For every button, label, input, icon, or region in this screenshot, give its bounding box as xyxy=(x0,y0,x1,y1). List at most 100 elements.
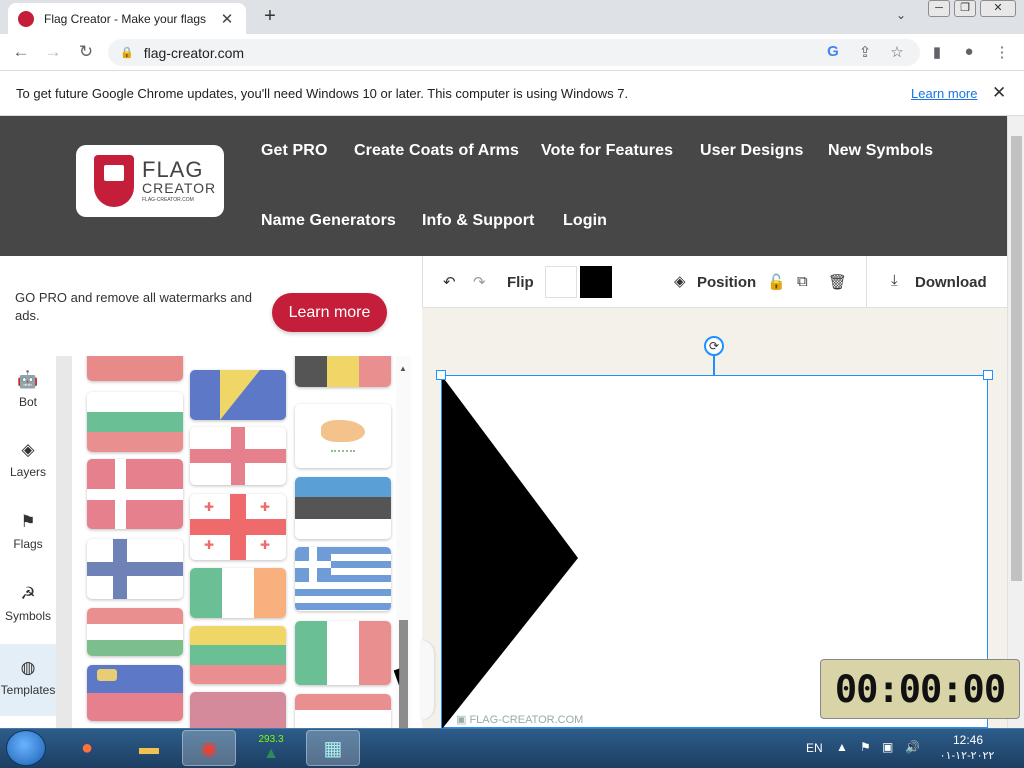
page-scrollbar[interactable] xyxy=(1007,116,1024,728)
start-button[interactable] xyxy=(6,730,46,766)
sidebar-item-symbols[interactable]: ☭ Symbols xyxy=(0,570,56,640)
trash-icon[interactable]: 🗑 xyxy=(828,273,847,291)
tab-close-icon[interactable]: ✕ xyxy=(218,10,236,28)
rotate-handle-icon[interactable]: ⟳ xyxy=(704,336,724,356)
flag-template-tile[interactable] xyxy=(87,356,183,381)
logo-word-creator: CREATOR xyxy=(142,180,217,196)
flag-template-tile[interactable] xyxy=(295,547,391,611)
reload-icon[interactable]: ↻ xyxy=(75,42,97,62)
flag-template-tile[interactable] xyxy=(190,370,286,420)
sidebar-item-label: Templates xyxy=(0,683,56,697)
nav-new-symbols[interactable]: New Symbols xyxy=(828,142,933,160)
network-icon[interactable]: ▣ xyxy=(882,740,893,754)
flag-template-tile[interactable] xyxy=(87,459,183,529)
undo-icon[interactable]: ↶ xyxy=(443,273,456,291)
promo-text: GO PRO and remove all watermarks and ads… xyxy=(15,290,252,323)
address-bar[interactable]: 🔒 flag-creator.com xyxy=(108,39,920,66)
download-button[interactable]: Download xyxy=(915,274,987,291)
sidebar-item-label: Layers xyxy=(9,465,47,479)
nav-info-support[interactable]: Info & Support xyxy=(422,212,535,230)
resize-handle-top-left[interactable] xyxy=(436,370,446,380)
flag-template-tile[interactable] xyxy=(295,694,391,728)
flag-template-tile[interactable] xyxy=(295,621,391,685)
google-icon[interactable]: G xyxy=(823,43,843,60)
position-button[interactable]: Position xyxy=(697,274,756,291)
flag-icon: ⚑ xyxy=(20,512,36,531)
sidebar-item-bot[interactable]: 🤖 Bot xyxy=(0,356,56,426)
file-explorer-taskbar-icon[interactable]: ▬ xyxy=(122,730,176,766)
sidebar-item-templates[interactable]: ◍ Templates xyxy=(0,644,56,716)
firefox-taskbar-icon[interactable]: ● xyxy=(60,730,114,766)
canvas-watermark: ▣ FLAG-CREATOR.COM xyxy=(456,713,583,726)
maximize-button[interactable]: ❐ xyxy=(954,0,976,17)
url-text: flag-creator.com xyxy=(143,44,245,61)
volume-icon[interactable]: 🔊 xyxy=(905,740,920,754)
share-icon[interactable]: ⇪ xyxy=(855,43,875,61)
back-icon[interactable]: ← xyxy=(10,42,32,62)
sidebar-item-layers[interactable]: ◈ Layers xyxy=(0,426,56,496)
flag-template-tile[interactable] xyxy=(190,692,286,728)
flag-template-tile[interactable]: ✚ ✚ ✚ ✚ xyxy=(190,494,286,560)
sidebar-item-flags[interactable]: ⚑ Flags xyxy=(0,498,56,568)
minimize-button[interactable]: ─ xyxy=(928,0,950,17)
flag-template-tile[interactable] xyxy=(190,626,286,684)
nav-vote-for-features[interactable]: Vote for Features xyxy=(541,142,673,160)
nav-get-pro[interactable]: Get PRO xyxy=(261,142,328,160)
color-swatch-primary[interactable] xyxy=(545,266,577,298)
flip-button[interactable]: Flip xyxy=(507,274,534,291)
window-close-button[interactable]: ✕ xyxy=(980,0,1016,17)
tab-search-chevron-icon[interactable]: ⌄ xyxy=(896,8,906,22)
browser-tab[interactable]: Flag Creator - Make your flags ✕ xyxy=(8,3,246,34)
lock-icon: 🔒 xyxy=(120,47,134,59)
tree-icon: ▲ xyxy=(263,744,279,762)
page-scrollbar-thumb[interactable] xyxy=(1011,136,1022,581)
control-panel-taskbar-icon[interactable]: ▦ xyxy=(306,730,360,766)
duplicate-icon[interactable]: ⧉ xyxy=(797,273,808,290)
flag-template-tile[interactable] xyxy=(87,608,183,656)
flag-template-tile[interactable] xyxy=(295,404,391,468)
nav-name-generators[interactable]: Name Generators xyxy=(261,212,396,230)
profile-avatar-icon[interactable]: ● xyxy=(959,43,979,60)
flag-template-tile[interactable] xyxy=(190,568,286,618)
nav-user-designs[interactable]: User Designs xyxy=(700,142,803,160)
tree-gadget-taskbar-icon[interactable]: 293.3 ▲ xyxy=(244,730,298,766)
unlock-icon[interactable]: 🔓 xyxy=(767,273,786,291)
infobar-learn-more-link[interactable]: Learn more xyxy=(911,86,977,101)
language-indicator[interactable]: EN xyxy=(806,741,823,755)
flag-template-tile[interactable] xyxy=(87,665,183,721)
infobar-message: To get future Google Chrome updates, you… xyxy=(16,86,629,101)
redo-icon[interactable]: ↷ xyxy=(473,273,486,291)
flag-template-tile[interactable] xyxy=(295,356,391,387)
resize-handle-top-right[interactable] xyxy=(983,370,993,380)
flag-template-tile[interactable] xyxy=(87,392,183,452)
bookmark-star-icon[interactable]: ☆ xyxy=(887,43,907,61)
nav-create-coats-of-arms[interactable]: Create Coats of Arms xyxy=(354,142,519,160)
forward-icon[interactable]: → xyxy=(42,42,64,62)
menu-kebab-icon[interactable]: ⋮ xyxy=(992,43,1012,61)
new-tab-button[interactable]: + xyxy=(258,5,282,28)
flag-template-tile[interactable] xyxy=(87,539,183,599)
stopwatch-gadget[interactable]: 00:00:00 xyxy=(820,659,1020,719)
infobar-close-icon[interactable]: ✕ xyxy=(992,83,1006,103)
action-center-icon[interactable]: ⚑ xyxy=(860,740,871,754)
promo-learn-more-button[interactable]: Learn more xyxy=(272,293,387,332)
sidebar-item-label: Symbols xyxy=(4,609,51,623)
flag-template-tile[interactable] xyxy=(190,427,286,485)
scroll-up-arrow-icon[interactable]: ▲ xyxy=(399,364,407,373)
layers-icon: ◈ xyxy=(21,440,35,459)
chrome-taskbar-icon[interactable]: ◉ xyxy=(182,730,236,766)
clock-time[interactable]: 12:46 xyxy=(938,733,998,747)
side-panel-icon[interactable]: ▮ xyxy=(927,43,947,61)
templates-scroll-gutter xyxy=(56,356,72,728)
toolbar-divider xyxy=(866,256,867,308)
taskbar-badge: 293.3 xyxy=(258,733,284,745)
flag-template-tile[interactable] xyxy=(295,477,391,539)
panel-collapse-tab[interactable] xyxy=(420,640,434,720)
nav-login[interactable]: Login xyxy=(563,212,607,230)
color-swatch-secondary[interactable] xyxy=(580,266,612,298)
clock-date[interactable]: ٢٠٢٢-١٢-٠١ xyxy=(932,749,1002,762)
flag-creator-logo[interactable]: FLAG CREATOR FLAG-CREATOR.COM xyxy=(76,145,224,217)
logo-shield-icon xyxy=(94,155,134,207)
hammer-sickle-icon: ☭ xyxy=(20,584,36,603)
tray-expand-icon[interactable]: ▲ xyxy=(836,740,848,754)
